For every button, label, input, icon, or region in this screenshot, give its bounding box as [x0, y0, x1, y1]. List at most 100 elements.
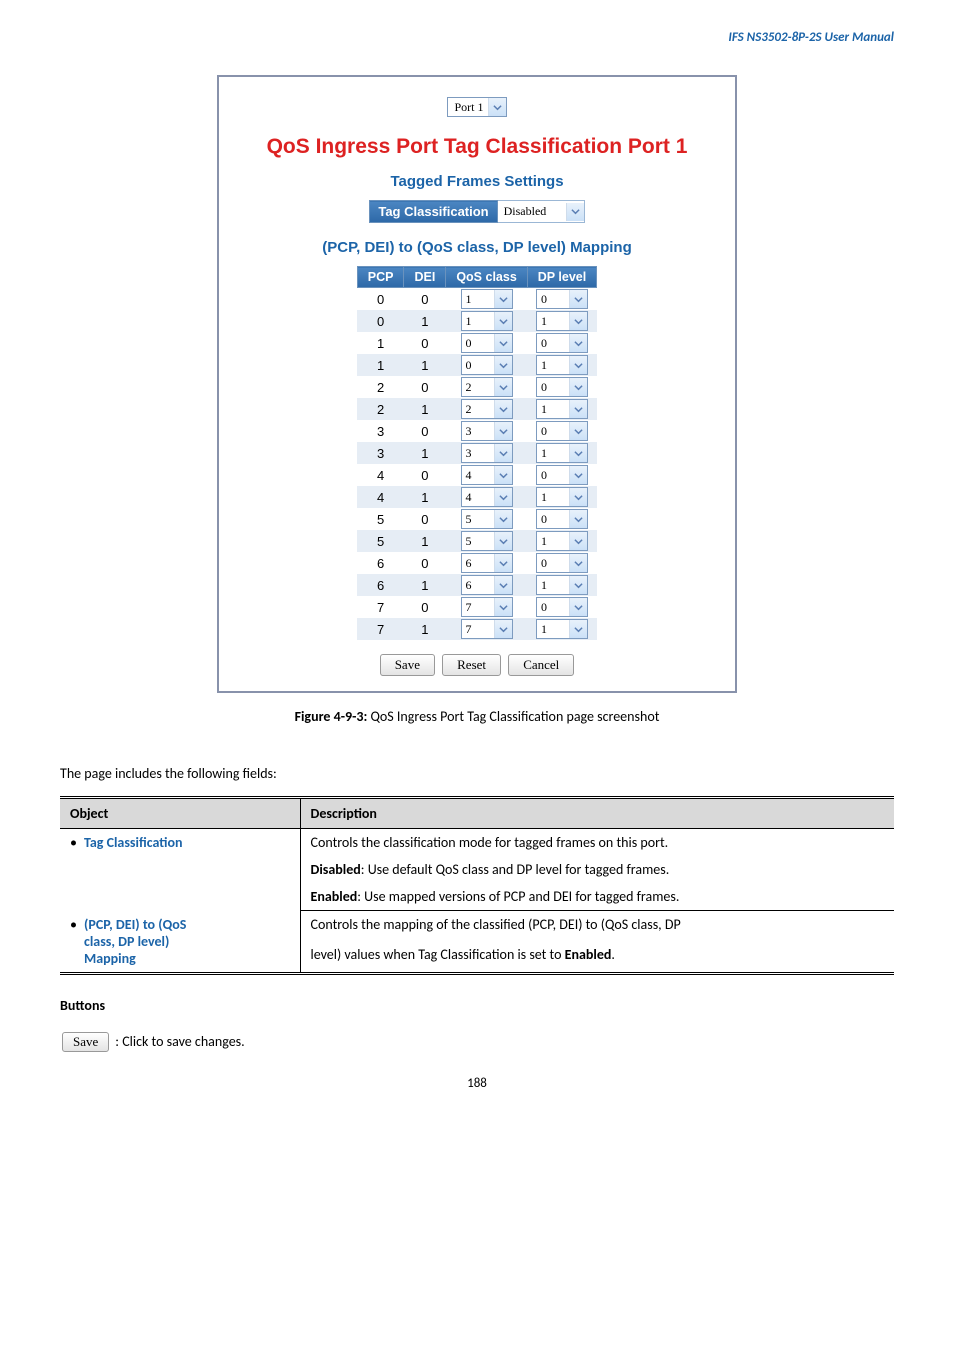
chevron-down-icon [569, 378, 587, 396]
qos-class-select[interactable]: 0 [461, 355, 513, 375]
table-row: 5151 [357, 530, 596, 552]
dp-level-value: 1 [541, 622, 547, 637]
dp-level-select[interactable]: 1 [536, 531, 588, 551]
dp-level-select[interactable]: 0 [536, 421, 588, 441]
qos-class-select[interactable]: 6 [461, 575, 513, 595]
qos-class-select[interactable]: 6 [461, 553, 513, 573]
qos-class-select[interactable]: 1 [461, 289, 513, 309]
dp-level-select[interactable]: 0 [536, 289, 588, 309]
buttons-heading: Buttons [60, 997, 894, 1014]
object-tag-classification: Tag Classification [84, 834, 183, 851]
cell-pcp: 3 [357, 442, 404, 464]
dp-level-value: 0 [541, 512, 547, 527]
qos-class-select[interactable]: 4 [461, 465, 513, 485]
save-button-doc[interactable]: Save [62, 1032, 109, 1052]
desc-mapping-l2-prefix: level) values when Tag Classification is… [311, 946, 565, 963]
dp-level-select[interactable]: 0 [536, 465, 588, 485]
dp-level-value: 1 [541, 314, 547, 329]
chevron-down-icon [569, 334, 587, 352]
qos-class-select[interactable]: 3 [461, 421, 513, 441]
save-button[interactable]: Save [380, 654, 435, 676]
cell-pcp: 3 [357, 420, 404, 442]
chevron-down-icon [569, 400, 587, 418]
dp-level-select[interactable]: 1 [536, 443, 588, 463]
dp-level-select[interactable]: 1 [536, 355, 588, 375]
chevron-down-icon [569, 620, 587, 638]
qos-class-select[interactable]: 7 [461, 597, 513, 617]
cell-pcp: 1 [357, 332, 404, 354]
chevron-down-icon [569, 312, 587, 330]
qos-class-select[interactable]: 7 [461, 619, 513, 639]
qos-class-value: 5 [466, 534, 472, 549]
cell-pcp: 5 [357, 530, 404, 552]
qos-class-select[interactable]: 5 [461, 531, 513, 551]
cell-dei: 1 [404, 354, 446, 376]
cancel-button[interactable]: Cancel [508, 654, 574, 676]
col-pcp: PCP [357, 267, 404, 288]
figure-caption: Figure 4-9-3: QoS Ingress Port Tag Class… [60, 708, 894, 725]
cell-pcp: 5 [357, 508, 404, 530]
cell-pcp: 0 [357, 288, 404, 311]
qos-class-value: 0 [466, 358, 472, 373]
cell-dei: 0 [404, 420, 446, 442]
reset-button[interactable]: Reset [442, 654, 501, 676]
port-select[interactable]: Port 1 [447, 97, 506, 117]
desc-tag-classification-line1: Controls the classification mode for tag… [300, 829, 894, 857]
figure-caption-label: Figure 4-9-3: [295, 708, 368, 725]
chevron-down-icon [494, 312, 512, 330]
qos-class-value: 0 [466, 336, 472, 351]
desc-mapping-l2-bold: Enabled [565, 946, 612, 963]
col-object: Object [60, 798, 300, 829]
tag-classification-select[interactable]: Disabled [498, 202, 584, 221]
dp-level-select[interactable]: 0 [536, 333, 588, 353]
cell-dei: 0 [404, 376, 446, 398]
table-row: 3131 [357, 442, 596, 464]
figure-caption-text: QoS Ingress Port Tag Classification page… [367, 708, 659, 725]
chevron-down-icon [569, 466, 587, 484]
qos-class-select[interactable]: 4 [461, 487, 513, 507]
desc-tag-classification-line2: Disabled: Use default QoS class and DP l… [300, 856, 894, 883]
chevron-down-icon [494, 488, 512, 506]
save-button-description: : Click to save changes. [115, 1033, 244, 1050]
table-row: 2121 [357, 398, 596, 420]
chevron-down-icon [494, 422, 512, 440]
dp-level-select[interactable]: 0 [536, 597, 588, 617]
chevron-down-icon [494, 532, 512, 550]
object-mapping-line3: Mapping [84, 950, 136, 967]
desc-mapping-l2-suffix: . [611, 946, 615, 963]
col-dei: DEI [404, 267, 446, 288]
table-row: 3030 [357, 420, 596, 442]
qos-class-value: 1 [466, 314, 472, 329]
desc-disabled-bold: Disabled [311, 861, 361, 878]
col-dp-level: DP level [527, 267, 596, 288]
dp-level-value: 1 [541, 446, 547, 461]
qos-class-select[interactable]: 0 [461, 333, 513, 353]
chevron-down-icon [494, 356, 512, 374]
dp-level-select[interactable]: 0 [536, 553, 588, 573]
qos-class-select[interactable]: 2 [461, 377, 513, 397]
chevron-down-icon [569, 598, 587, 616]
chevron-down-icon [569, 576, 587, 594]
table-row: 4040 [357, 464, 596, 486]
table-row: 6161 [357, 574, 596, 596]
dp-level-select[interactable]: 0 [536, 377, 588, 397]
table-row: 7070 [357, 596, 596, 618]
qos-class-select[interactable]: 5 [461, 509, 513, 529]
dp-level-select[interactable]: 1 [536, 575, 588, 595]
qos-class-value: 6 [466, 578, 472, 593]
dp-level-select[interactable]: 1 [536, 399, 588, 419]
qos-class-select[interactable]: 3 [461, 443, 513, 463]
cell-dei: 1 [404, 618, 446, 640]
qos-class-select[interactable]: 1 [461, 311, 513, 331]
qos-class-value: 3 [466, 446, 472, 461]
cell-dei: 1 [404, 310, 446, 332]
dp-level-value: 0 [541, 292, 547, 307]
dp-level-select[interactable]: 0 [536, 509, 588, 529]
cell-pcp: 1 [357, 354, 404, 376]
table-row: 6060 [357, 552, 596, 574]
qos-class-select[interactable]: 2 [461, 399, 513, 419]
cell-dei: 1 [404, 442, 446, 464]
dp-level-select[interactable]: 1 [536, 311, 588, 331]
dp-level-select[interactable]: 1 [536, 619, 588, 639]
dp-level-select[interactable]: 1 [536, 487, 588, 507]
